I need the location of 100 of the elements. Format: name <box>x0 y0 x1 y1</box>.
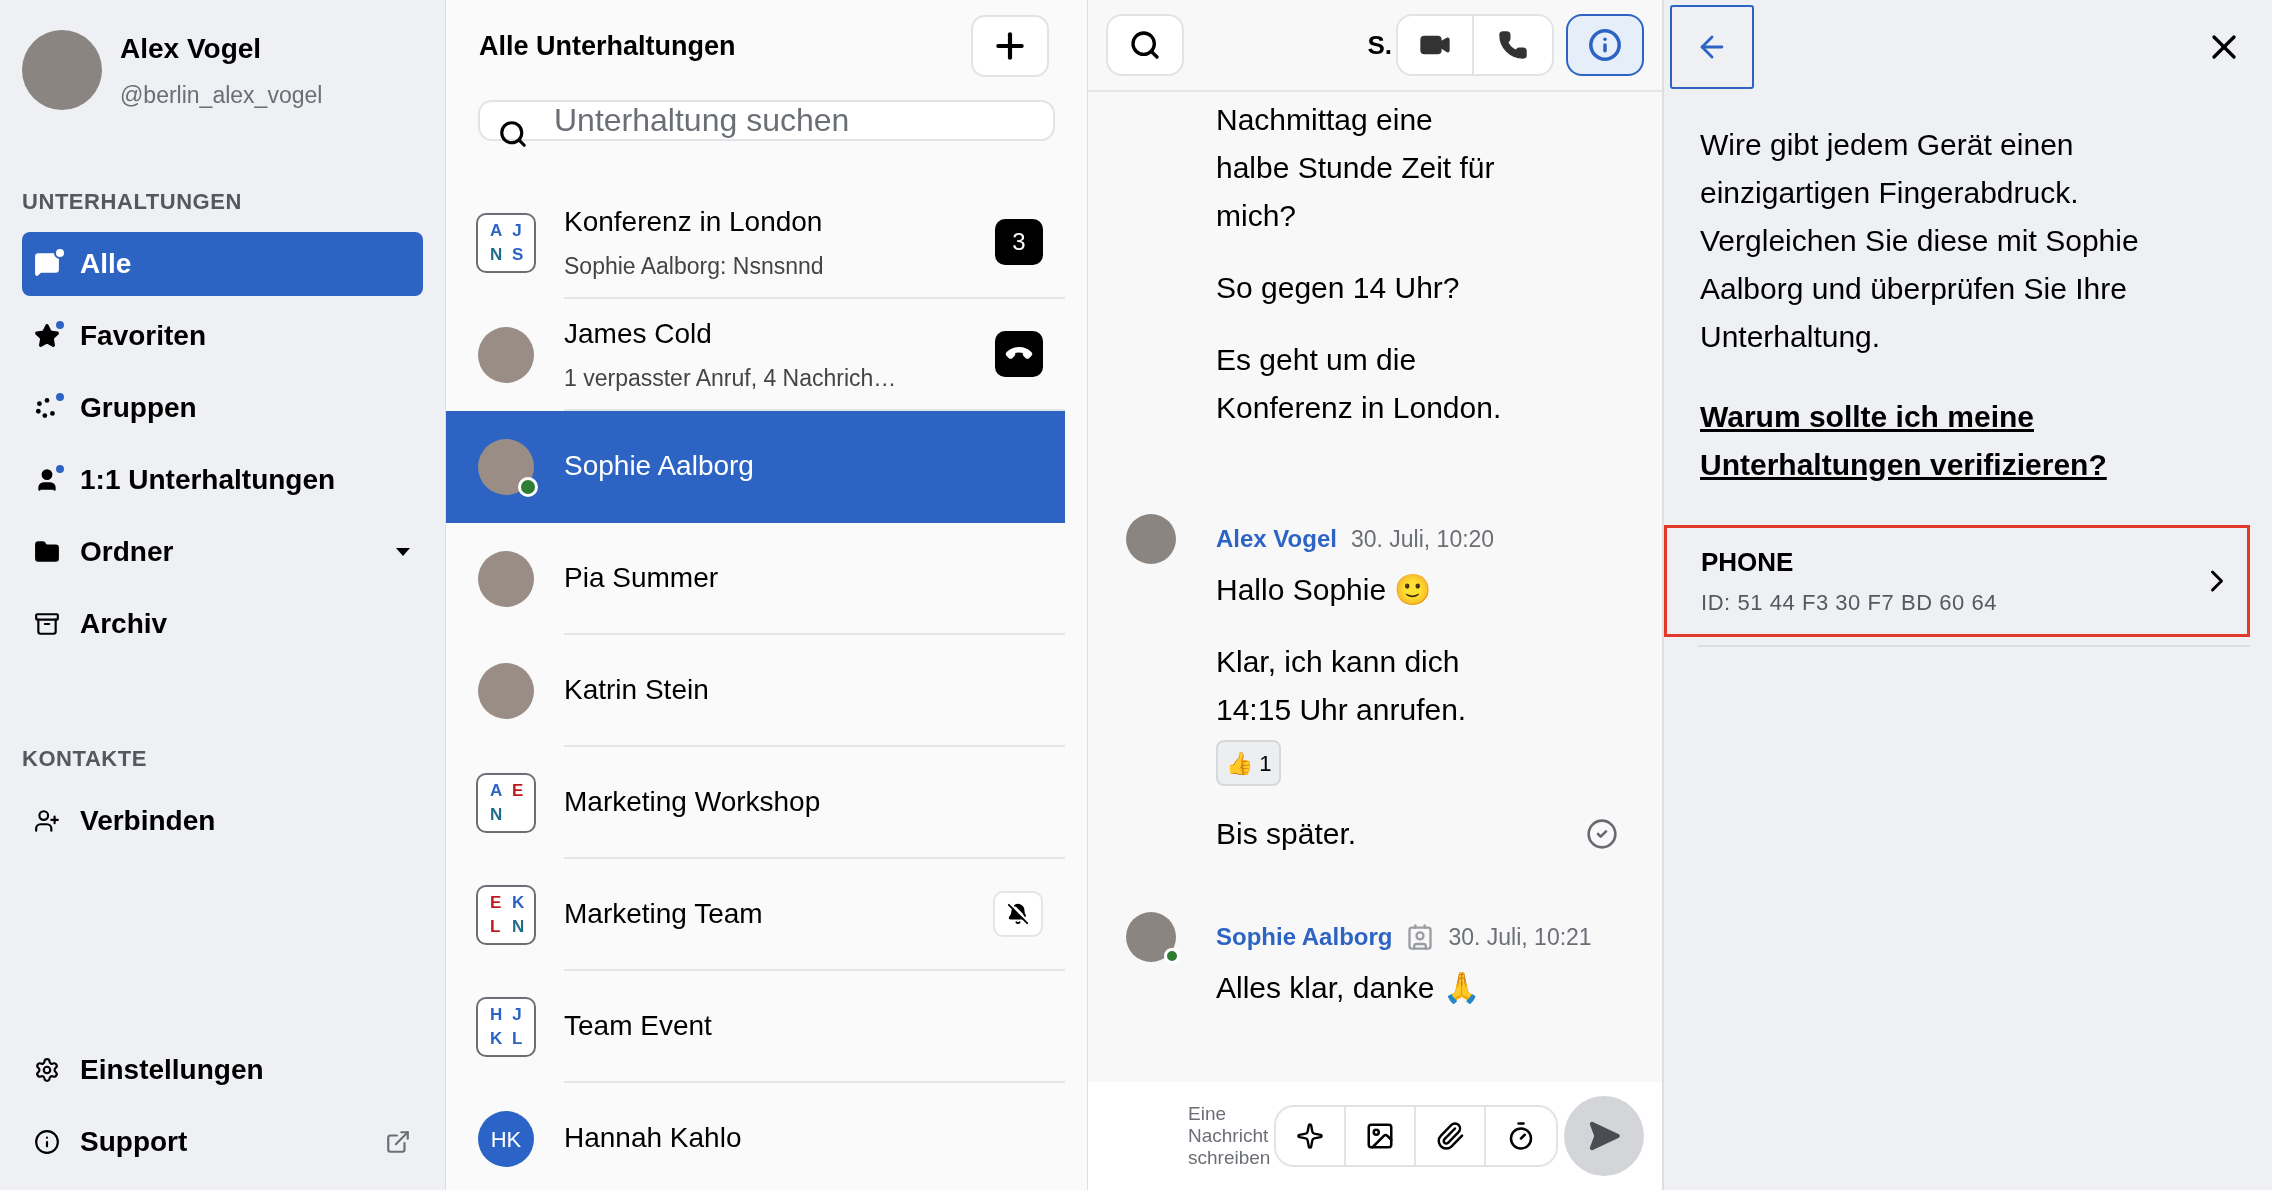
message-time: 30. Juli, 10:20 <box>1350 524 1495 554</box>
back-button[interactable] <box>1670 5 1754 89</box>
group-initial: N <box>512 916 522 938</box>
conversation-name: Marketing Workshop <box>564 785 822 819</box>
list-title: Alle Unterhaltungen <box>479 29 736 63</box>
reaction-chip[interactable]: 👍 1 <box>1216 740 1282 786</box>
group-initial: K <box>490 1028 500 1050</box>
device-name: PHONE <box>1701 546 1795 579</box>
conversation-name: Sophie Aalborg <box>564 449 755 483</box>
device-id: ID: 51 44 F3 30 F7 BD 60 64 <box>1701 589 1999 617</box>
group-initial: J <box>512 220 522 242</box>
conversation-row[interactable]: E K L N Marketing Team <box>446 859 1065 971</box>
star-icon <box>34 322 60 349</box>
group-initial: N <box>490 804 500 826</box>
settings-icon <box>34 1057 60 1083</box>
info-button[interactable] <box>1566 14 1644 76</box>
info-icon <box>1588 28 1622 62</box>
nav-label: 1:1 Unterhaltungen <box>80 462 337 497</box>
profile-handle: @berlin_alex_vogel <box>120 81 323 110</box>
footer-label: Einstellungen <box>80 1053 265 1087</box>
avatar-photo-placeholder <box>478 439 534 495</box>
message-text: Es geht um die Konferenz in London. <box>1216 342 1503 426</box>
info-icon <box>34 1129 60 1155</box>
group-initial: N <box>490 244 500 266</box>
avatar-photo-placeholder <box>478 327 534 383</box>
nav-item[interactable]: 1:1 Unterhaltungen <box>22 447 423 512</box>
search-icon <box>498 119 528 149</box>
conversation-row[interactable]: H J K L Team Event <box>446 971 1065 1083</box>
paperclip-icon <box>1435 1121 1465 1151</box>
message-input-field[interactable]: Eine Nachricht schreiben <box>1188 1103 1270 1169</box>
verification-link[interactable]: Warum sollte ich meine Unterhaltungen verifizieren? <box>1700 393 2236 489</box>
nav-label: Gruppen <box>80 390 198 425</box>
conversation-name: Konferenz in London <box>564 204 824 239</box>
conversation-name: Pia Summer <box>564 561 720 595</box>
nav-item[interactable]: Verbinden <box>22 788 423 853</box>
search-button[interactable] <box>1106 14 1184 76</box>
initials-avatar: HK <box>478 1111 534 1167</box>
unread-count-badge: 3 <box>995 219 1043 265</box>
avatar-photo-placeholder <box>478 663 534 719</box>
nav-label: Archiv <box>80 606 169 641</box>
message-text: Alles klar, danke 🙏 <box>1216 970 1481 1006</box>
nav-label: Ordner <box>80 534 175 569</box>
group-initial: K <box>512 892 522 914</box>
group-initial: A <box>490 780 500 802</box>
message-time: 30. Juli, 10:21 <box>1448 922 1592 952</box>
sender-name: Sophie Aalborg <box>1216 922 1393 952</box>
sender-name: Alex Vogel <box>1216 524 1337 554</box>
section-heading: UNTERHALTUNGEN <box>22 187 243 216</box>
group-initial: H <box>490 1004 500 1026</box>
message-text: Bis später. <box>1216 816 1358 852</box>
conversation-row[interactable]: HK Hannah Kahlo <box>446 1083 1065 1190</box>
conversation-row[interactable]: Sophie Aalborg <box>446 411 1065 523</box>
image-icon <box>1365 1121 1395 1151</box>
group-initial: L <box>490 916 500 938</box>
nav-label: Favoriten <box>80 318 208 353</box>
device-row[interactable]: PHONE ID: 51 44 F3 30 F7 BD 60 64 <box>1664 525 2250 637</box>
group-initial: S <box>512 244 522 266</box>
message-text: Nachmittag eine halbe Stunde Zeit für mich? <box>1216 102 1496 234</box>
conversation-name: James Cold <box>564 316 713 351</box>
group-initial: L <box>512 1028 522 1050</box>
group-initial: A <box>490 220 500 242</box>
conversation-name: Hannah Kahlo <box>564 1121 743 1155</box>
conversation-name: Katrin Stein <box>564 673 710 707</box>
muted-bell-icon <box>1007 903 1029 925</box>
profile-name: Alex Vogel <box>120 32 263 66</box>
nav-item[interactable]: Ordner <box>22 519 423 584</box>
add-person-icon <box>34 807 60 834</box>
sender-photo-placeholder <box>1126 912 1176 962</box>
conversation-row[interactable]: Pia Summer <box>446 523 1065 635</box>
nav-label: Verbinden <box>80 803 217 838</box>
conversation-name: Marketing Team <box>564 897 764 931</box>
nav-item[interactable]: Archiv <box>22 591 423 656</box>
new-conversation-button[interactable] <box>971 15 1049 77</box>
group-initial: E <box>512 780 522 802</box>
message-text: Hallo Sophie 🙂 <box>1216 572 1433 608</box>
phone-icon <box>1498 30 1528 60</box>
nav-item[interactable]: Gruppen <box>22 375 423 440</box>
avatar-photo-placeholder <box>478 551 534 607</box>
section-heading: KONTAKTE <box>22 744 148 773</box>
conversation-name: Team Event <box>564 1009 713 1043</box>
group-initial: J <box>512 1004 522 1026</box>
conversation-row[interactable]: A J N S Konferenz in London Sophie Aalborg: Nsnsnnd 3 <box>446 187 1065 299</box>
folder-icon <box>34 538 60 565</box>
sparkle-icon <box>1296 1122 1324 1150</box>
nav-item[interactable]: Alle <box>22 231 423 296</box>
footer-link[interactable]: Einstellungen <box>22 1044 423 1096</box>
conversation-row[interactable]: Katrin Stein <box>446 635 1065 747</box>
conversation-preview: Sophie Aalborg: Nsnsnnd <box>564 251 825 281</box>
send-icon <box>1587 1119 1621 1153</box>
nav-label: Alle <box>80 246 133 281</box>
conversation-row[interactable]: A E N Marketing Workshop <box>446 747 1065 859</box>
search-field[interactable]: Unterhaltung suchen <box>478 100 1055 141</box>
search-icon <box>1129 29 1161 61</box>
footer-link[interactable]: Support <box>22 1116 423 1168</box>
message-text: So gegen 14 Uhr? <box>1216 270 1461 306</box>
nav-item[interactable]: Favoriten <box>22 303 423 368</box>
message-text: Klar, ich kann dich 14:15 Uhr anrufen. <box>1216 644 1468 728</box>
archive-icon <box>34 610 60 637</box>
footer-label: Support <box>80 1125 189 1159</box>
conversation-preview: 1 verpasster Anruf, 4 Nachrich… <box>564 363 898 393</box>
